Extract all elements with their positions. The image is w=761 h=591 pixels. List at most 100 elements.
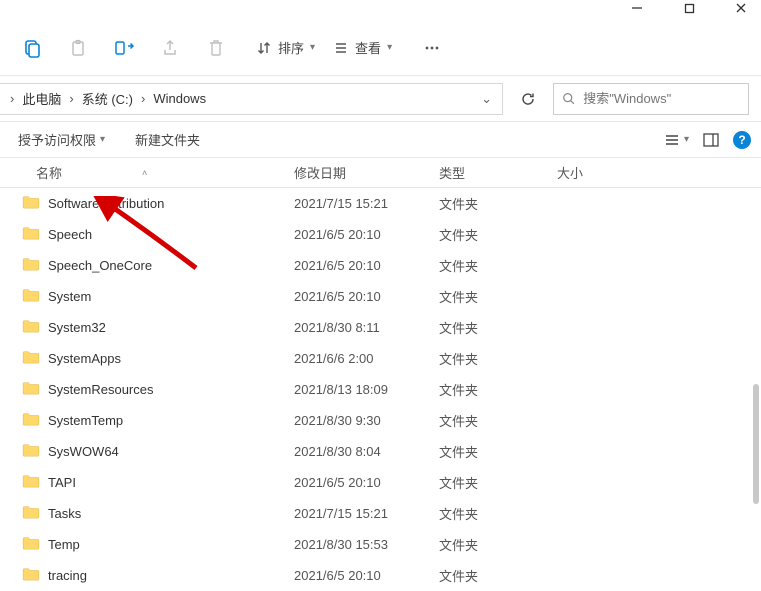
cell-date: 2021/6/5 20:10 [280,475,425,490]
cell-date: 2021/7/15 15:21 [280,196,425,211]
close-button[interactable] [729,0,753,16]
address-bar[interactable]: › 此电脑 › 系统 (C:) › Windows ⌄ [0,83,503,115]
breadcrumb[interactable]: Windows [149,91,210,106]
file-name: System [48,289,91,304]
cell-name: SoftwareDistribution [0,195,280,212]
ellipsis-icon [422,38,442,58]
breadcrumb[interactable]: 此电脑 [18,89,65,108]
table-row[interactable]: SystemTemp2021/8/30 9:30文件夹 [0,405,761,436]
view-button[interactable]: 查看 ▾ [325,30,400,66]
cell-type: 文件夹 [425,442,543,461]
cell-date: 2021/8/30 15:53 [280,537,425,552]
folder-icon [22,536,40,553]
table-row[interactable]: SystemApps2021/6/6 2:00文件夹 [0,343,761,374]
file-list: SoftwareDistribution2021/7/15 15:21文件夹Sp… [0,188,761,591]
cell-date: 2021/6/5 20:10 [280,227,425,242]
chevron-right-icon: › [6,91,18,106]
chevron-right-icon: › [65,91,77,106]
cell-type: 文件夹 [425,380,543,399]
cell-type: 文件夹 [425,225,543,244]
search-icon [562,91,575,106]
layout-list-icon[interactable]: ▾ [664,133,689,147]
new-folder-button[interactable]: 新建文件夹 [127,130,208,149]
sort-icon [256,40,272,56]
cell-date: 2021/7/15 15:21 [280,506,425,521]
file-name: SystemTemp [48,413,123,428]
search-input[interactable] [583,91,740,106]
chevron-down-icon: ▾ [387,42,392,53]
folder-icon [22,381,40,398]
folder-icon [22,443,40,460]
address-bar-row: › 此电脑 › 系统 (C:) › Windows ⌄ [0,76,761,122]
file-name: SysWOW64 [48,444,119,459]
cell-name: Speech_OneCore [0,257,280,274]
cell-name: Tasks [0,505,280,522]
maximize-button[interactable] [677,0,701,16]
copy-button[interactable] [10,30,54,66]
column-header-name[interactable]: 名称 ˄ [0,158,280,187]
breadcrumb[interactable]: 系统 (C:) [78,89,137,108]
column-header-size[interactable]: 大小 [543,158,633,187]
chevron-right-icon: › [137,91,149,106]
grant-access-button[interactable]: 授予访问权限 ▾ [10,130,113,149]
file-name: Temp [48,537,80,552]
search-box[interactable] [553,83,749,115]
cell-name: System [0,288,280,305]
chevron-down-icon: ▾ [100,134,105,145]
cell-name: SysWOW64 [0,443,280,460]
table-row[interactable]: System2021/6/5 20:10文件夹 [0,281,761,312]
cell-type: 文件夹 [425,411,543,430]
cell-name: SystemApps [0,350,280,367]
cell-date: 2021/6/5 20:10 [280,289,425,304]
cell-date: 2021/6/5 20:10 [280,258,425,273]
column-header-type[interactable]: 类型 [425,158,543,187]
help-icon[interactable]: ? [733,131,751,149]
table-row[interactable]: SoftwareDistribution2021/7/15 15:21文件夹 [0,188,761,219]
cut-button[interactable] [102,30,146,66]
cell-type: 文件夹 [425,535,543,554]
minimize-button[interactable] [625,0,649,16]
share-button[interactable] [148,30,192,66]
column-header-date[interactable]: 修改日期 [280,158,425,187]
delete-button[interactable] [194,30,238,66]
folder-icon [22,505,40,522]
cell-type: 文件夹 [425,504,543,523]
cell-name: SystemTemp [0,412,280,429]
paste-button[interactable] [56,30,100,66]
table-row[interactable]: Temp 2021/8/30 15:53文件夹 [0,529,761,560]
table-row[interactable]: SysWOW642021/8/30 8:04文件夹 [0,436,761,467]
cell-type: 文件夹 [425,194,543,213]
command-bar: 授予访问权限 ▾ 新建文件夹 ▾ ? [0,122,761,158]
scrollbar-thumb[interactable] [753,384,759,504]
cell-name: Temp [0,536,280,553]
list-icon [333,40,349,56]
table-row[interactable]: SystemResources2021/8/13 18:09文件夹 [0,374,761,405]
table-row[interactable]: Speech_OneCore2021/6/5 20:10文件夹 [0,250,761,281]
cell-name: System32 [0,319,280,336]
more-button[interactable] [410,30,454,66]
file-name: TAPI [48,475,76,490]
folder-icon [22,412,40,429]
refresh-button[interactable] [513,83,543,115]
sort-label: 排序 [278,38,304,57]
chevron-down-icon: ▾ [684,134,689,145]
table-row[interactable]: tracing2021/6/5 20:10文件夹 [0,560,761,591]
cell-type: 文件夹 [425,473,543,492]
column-header-row: 名称 ˄ 修改日期 类型 大小 [0,158,761,188]
table-row[interactable]: TAPI 2021/6/5 20:10文件夹 [0,467,761,498]
table-row[interactable]: Speech 2021/6/5 20:10文件夹 [0,219,761,250]
cell-type: 文件夹 [425,256,543,275]
preview-pane-icon[interactable] [703,133,719,147]
sort-button[interactable]: 排序 ▾ [248,30,323,66]
table-row[interactable]: Tasks2021/7/15 15:21文件夹 [0,498,761,529]
path-dropdown-icon[interactable]: ⌄ [481,91,502,107]
folder-icon [22,226,40,243]
folder-icon [22,257,40,274]
folder-icon [22,319,40,336]
file-name: Speech [48,227,92,242]
table-row[interactable]: System322021/8/30 8:11文件夹 [0,312,761,343]
cell-name: TAPI [0,474,280,491]
cell-name: Speech [0,226,280,243]
toolbar: 排序 ▾ 查看 ▾ [0,20,761,76]
cell-date: 2021/8/30 8:11 [280,320,425,335]
